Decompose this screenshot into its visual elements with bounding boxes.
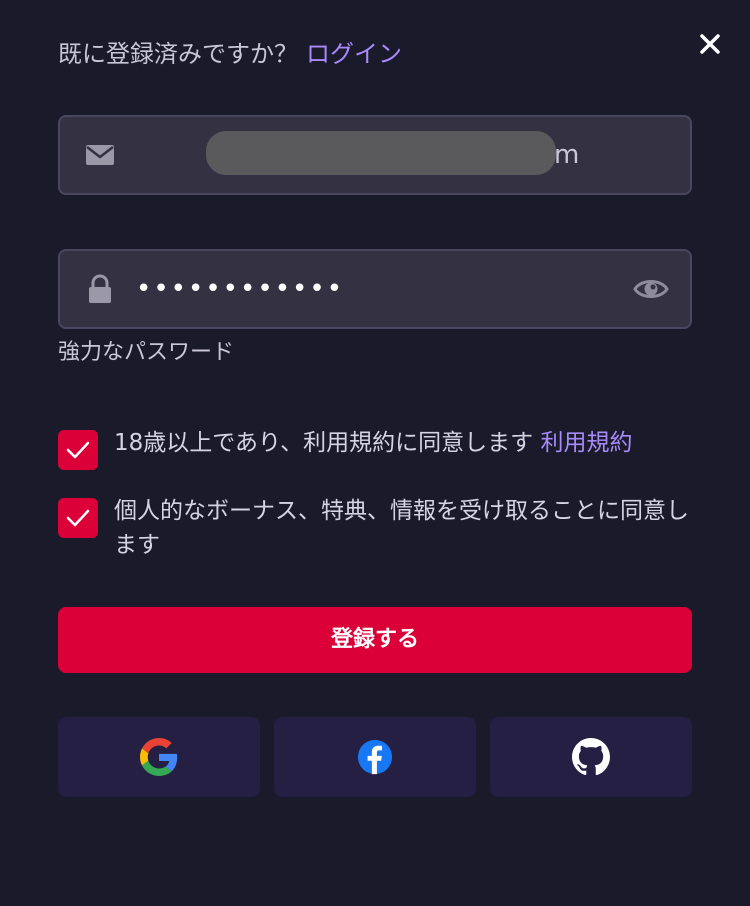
register-button[interactable]: 登録する [58,607,692,673]
facebook-icon [357,739,393,775]
checkmark-icon [66,509,90,527]
google-login-button[interactable] [58,717,260,797]
terms-agreement-label: 18歳以上であり、利用規約に同意します [114,430,534,456]
marketing-checkbox[interactable] [58,498,98,538]
close-icon [700,34,720,54]
email-value: m [142,117,579,193]
github-icon [572,738,610,776]
marketing-consent-text: 個人的なボーナス、特典、情報を受け取ることに同意します [114,498,689,558]
checkmark-icon [66,441,90,459]
terms-link[interactable]: 利用規約 [540,430,632,456]
already-registered-text: 既に登録済みですか？ [58,40,298,68]
lock-icon [89,274,111,303]
github-login-button[interactable] [490,717,692,797]
google-icon [140,738,178,776]
password-masked-value: •••••••••••• [136,274,345,304]
terms-agreement-text: 18歳以上であり、利用規約に同意します 利用規約 [114,426,694,460]
redacted-email [206,131,556,175]
password-strength-label: 強力なパスワード [58,340,235,365]
already-registered-prompt: 既に登録済みですか？ ログイン [58,36,402,72]
eye-icon[interactable] [632,270,670,308]
mail-icon [86,145,114,165]
login-link[interactable]: ログイン [306,40,402,68]
facebook-login-button[interactable] [274,717,476,797]
close-button[interactable] [692,26,728,62]
email-visible-suffix: m [554,140,580,170]
email-field[interactable]: m [58,115,692,195]
password-field[interactable]: •••••••••••• [58,249,692,329]
terms-checkbox[interactable] [58,430,98,470]
